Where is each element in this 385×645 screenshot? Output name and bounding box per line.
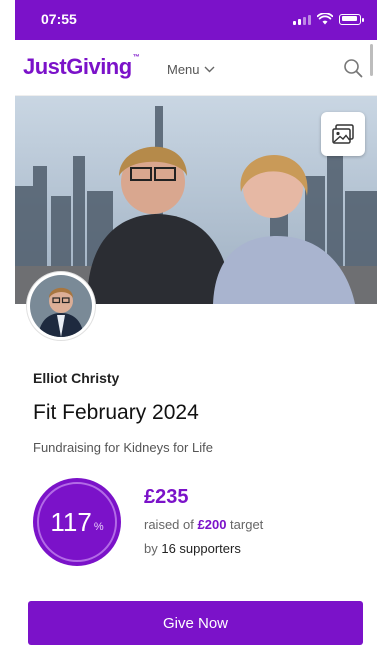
target-amount: £200: [197, 517, 227, 532]
progress-ring-inner: 117%: [37, 482, 117, 562]
status-bar: 07:55: [15, 0, 377, 40]
status-icons: [293, 13, 364, 25]
supporters-line: by 16 supporters: [144, 541, 241, 556]
target-suffix: target: [230, 517, 264, 532]
status-time: 07:55: [41, 11, 77, 27]
menu-button[interactable]: Menu: [167, 62, 215, 77]
image-icon: [332, 124, 354, 144]
menu-label: Menu: [167, 62, 200, 77]
justgiving-logo[interactable]: JustGiving™: [23, 54, 140, 80]
avatar[interactable]: [27, 272, 95, 340]
battery-icon: [339, 13, 364, 25]
app-frame: 07:55 JustGiving™ Menu Elliot Christy Fi…: [15, 0, 377, 645]
avatar-image: [30, 275, 92, 337]
supporters-count[interactable]: 16 supporters: [161, 541, 241, 556]
supporters-prefix: by: [144, 541, 158, 556]
give-now-button[interactable]: Give Now: [28, 601, 363, 645]
wifi-icon: [317, 13, 333, 25]
page-owner-name: Elliot Christy: [33, 370, 120, 386]
progress-percent: 117: [50, 506, 92, 537]
top-nav: JustGiving™ Menu: [15, 40, 377, 96]
progress-ring: 117%: [33, 478, 121, 566]
page-title: Fit February 2024: [33, 401, 199, 424]
raised-prefix: raised of: [144, 517, 194, 532]
change-photo-button[interactable]: [321, 112, 365, 156]
cause-line: Fundraising for Kidneys for Life: [33, 440, 213, 455]
scrollbar[interactable]: [370, 44, 373, 76]
raised-amount: £235: [144, 486, 189, 508]
target-line: raised of £200 target: [144, 517, 263, 532]
search-icon[interactable]: [343, 58, 363, 78]
progress-percent-symbol: %: [93, 521, 104, 533]
logo-text: JustGiving: [23, 54, 132, 79]
logo-trademark: ™: [132, 54, 140, 61]
chevron-down-icon: [204, 66, 215, 73]
signal-icon: [293, 13, 311, 25]
